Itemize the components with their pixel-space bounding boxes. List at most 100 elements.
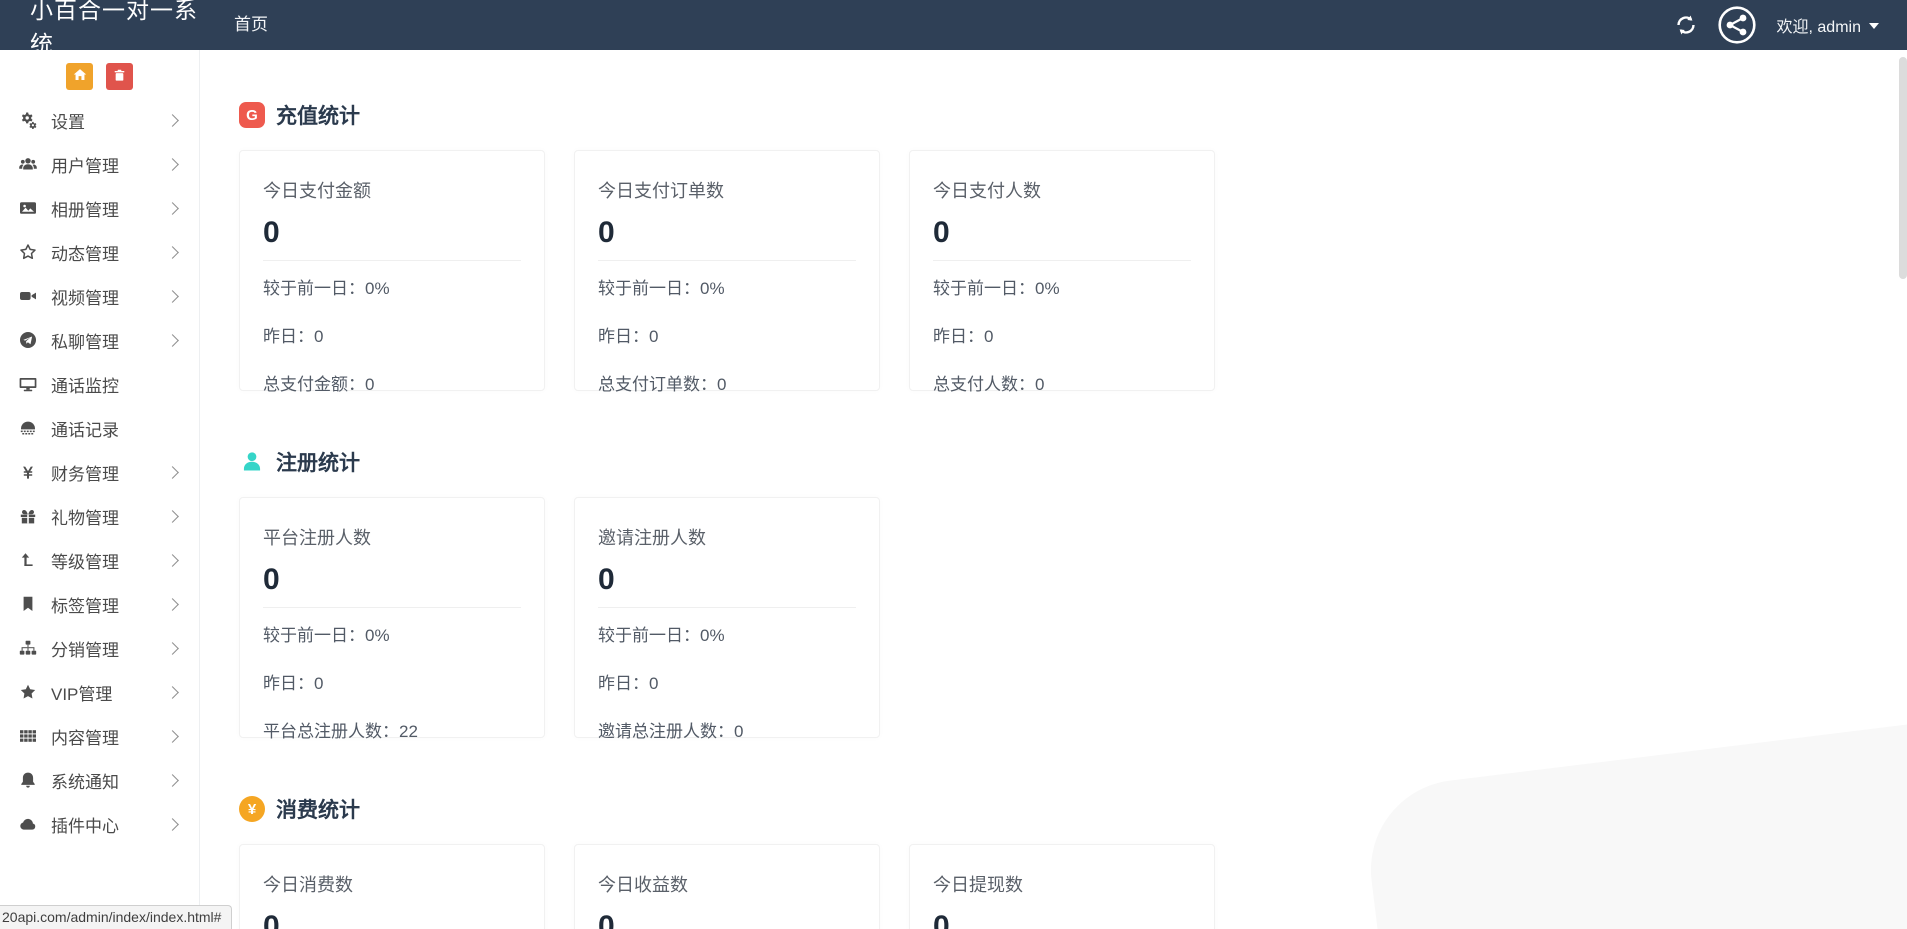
stat-label: 今日支付订单数 [598,181,724,201]
stat-value: 0 [933,910,950,929]
main-content: G 充值统计 今日支付金额 0 较于前一日：0% 昨日：0 总支付金额：0 今日… [201,50,1907,929]
sidebar-item-call-monitor[interactable]: 通话监控 [0,362,199,406]
sidebar-item-label: 动态管理 [51,244,119,264]
stat-card-today-pay-users: 今日支付人数 0 较于前一日：0% 昨日：0 总支付人数：0 [909,150,1215,394]
stat-label: 今日收益数 [598,875,688,895]
sidebar-item-video-management[interactable]: 视频管理 [0,274,199,318]
stat-row: 总支付人数：0 [933,375,1045,394]
sidebar-item-label: 视频管理 [51,288,119,308]
section-header: ¥ 消费统计 [239,794,1907,824]
browser-status-url: 20api.com/admin/index/index.html# [0,905,233,929]
stat-value: 0 [933,216,950,249]
sidebar-menu: 设置 用户管理 相册管理 动态管理 视频管理 私聊管理 通话监控 通话记录 财务… [0,98,199,846]
section-header: G 充值统计 [239,100,1907,130]
sidebar-item-user-management[interactable]: 用户管理 [0,142,199,186]
sidebar-item-gift-management[interactable]: 礼物管理 [0,494,199,538]
chevron-right-icon [166,509,179,523]
vertical-scrollbar[interactable] [1899,57,1907,279]
sidebar-item-label: 系统通知 [51,772,119,792]
video-icon [18,287,38,305]
sidebar-item-private-chat-management[interactable]: 私聊管理 [0,318,199,362]
bell-icon [18,771,38,789]
stat-row: 较于前一日：0% [263,279,390,298]
stat-value: 0 [263,563,280,596]
chevron-right-icon [166,773,179,787]
chevron-right-icon [166,465,179,479]
users-icon [18,155,38,173]
welcome-text: 欢迎, admin [1776,19,1861,36]
home-icon [72,67,88,86]
consume-yen-icon: ¥ [239,796,265,822]
section-register-stats: 注册统计 平台注册人数 0 较于前一日：0% 昨日：0 平台总注册人数：22 邀… [239,447,1907,741]
sidebar-item-vip-management[interactable]: VIP管理 [0,670,199,714]
home-button[interactable] [66,63,93,90]
call-record-icon [18,419,38,437]
stat-row: 较于前一日：0% [263,626,390,645]
chevron-right-icon [166,553,179,567]
sidebar-item-tag-management[interactable]: 标签管理 [0,582,199,626]
telegram-icon [18,331,38,349]
section-title: 消费统计 [276,799,360,822]
stat-value: 0 [263,216,280,249]
sidebar-item-plugin-center[interactable]: 插件中心 [0,802,199,846]
stat-label: 平台注册人数 [263,528,371,548]
sidebar-item-system-notification[interactable]: 系统通知 [0,758,199,802]
sidebar-item-label: 设置 [51,112,85,132]
trash-button[interactable] [106,63,133,90]
stat-label: 今日消费数 [263,875,353,895]
caret-down-icon [1869,23,1879,29]
sidebar-item-label: 通话记录 [51,420,119,440]
gift-icon [18,507,38,525]
stat-label: 今日支付金额 [263,181,371,201]
refresh-icon[interactable] [1675,14,1697,36]
avatar-network-icon[interactable] [1717,5,1757,45]
chevron-right-icon [166,641,179,655]
user-menu[interactable]: 欢迎, admin [1777,13,1879,37]
register-user-icon [239,449,265,475]
sidebar-item-finance-management[interactable]: 财务管理 [0,450,199,494]
sidebar-item-level-management[interactable]: 等级管理 [0,538,199,582]
desktop-icon [18,375,38,393]
card-row: 今日支付金额 0 较于前一日：0% 昨日：0 总支付金额：0 今日支付订单数 0… [239,150,1907,394]
stat-value: 0 [598,910,615,929]
stat-card-today-pay-amount: 今日支付金额 0 较于前一日：0% 昨日：0 总支付金额：0 [239,150,545,394]
stat-row: 较于前一日：0% [598,626,725,645]
stat-row: 邀请总注册人数：0 [598,722,744,741]
chevron-right-icon [166,113,179,127]
cloud-icon [18,815,38,833]
sidebar-item-label: 礼物管理 [51,508,119,528]
sidebar-item-distribution-management[interactable]: 分销管理 [0,626,199,670]
sidebar: 设置 用户管理 相册管理 动态管理 视频管理 私聊管理 通话监控 通话记录 财务… [0,50,200,929]
chevron-right-icon [166,201,179,215]
sidebar-item-moments-management[interactable]: 动态管理 [0,230,199,274]
stat-value: 0 [263,910,280,929]
yen-icon [18,463,38,481]
chevron-right-icon [166,289,179,303]
sidebar-item-label: 内容管理 [51,728,119,748]
star-icon [18,683,38,701]
stat-label: 邀请注册人数 [598,528,706,548]
level-up-icon [18,551,38,569]
sidebar-item-label: 等级管理 [51,552,119,572]
sidebar-item-call-records[interactable]: 通话记录 [0,406,199,450]
section-recharge-stats: G 充值统计 今日支付金额 0 较于前一日：0% 昨日：0 总支付金额：0 今日… [239,100,1907,394]
stat-label: 今日支付人数 [933,181,1041,201]
stat-row: 较于前一日：0% [933,279,1060,298]
chevron-right-icon [166,157,179,171]
divider [933,260,1191,261]
stat-card-today-withdrawals: 今日提现数 0 较于前一日：0% [909,844,1215,929]
chevron-right-icon [166,685,179,699]
stat-card-today-consumption: 今日消费数 0 较于前一日：0% [239,844,545,929]
top-bar: 小百合一对一系统 首页 欢迎, admin [0,0,1907,57]
stat-row: 昨日：0 [263,327,324,346]
nav-item-home[interactable]: 首页 [212,0,290,50]
image-icon [18,199,38,217]
stat-row: 总支付订单数：0 [598,375,727,394]
sidebar-item-label: 标签管理 [51,596,119,616]
sidebar-item-album-management[interactable]: 相册管理 [0,186,199,230]
stat-row: 总支付金额：0 [263,375,375,394]
sitemap-icon [18,639,38,657]
sidebar-item-content-management[interactable]: 内容管理 [0,714,199,758]
section-title: 注册统计 [276,452,360,475]
sidebar-item-settings[interactable]: 设置 [0,98,199,142]
